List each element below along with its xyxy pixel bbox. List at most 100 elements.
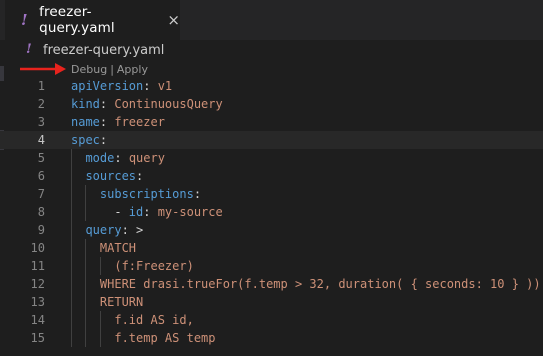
yaml-value: ContinuousQuery — [114, 97, 223, 111]
yaml-key: apiVersion — [71, 79, 144, 93]
code-line[interactable]: 7 subscriptions: — [0, 185, 543, 203]
code-line[interactable]: 12 WHERE drasi.trueFor(f.temp > 32, dura… — [0, 275, 543, 293]
code-line[interactable]: 6 sources: — [0, 167, 543, 185]
codelens-debug[interactable]: Debug — [71, 63, 107, 76]
yaml-separator: : — [99, 133, 108, 147]
yaml-key: subscriptions — [99, 187, 194, 201]
code-text: f.temp AS temp — [71, 329, 216, 347]
yaml-key: id — [128, 205, 144, 219]
tab-freezer-query-yaml[interactable]: ! freezer-query.yaml × — [5, 0, 180, 40]
line-number: 5 — [37, 151, 45, 165]
tab-label: freezer-query.yaml — [39, 4, 115, 36]
code-text: sources: — [71, 167, 143, 185]
yaml-value: (f:Freezer) — [114, 259, 194, 273]
yaml-value: RETURN — [99, 295, 144, 309]
indent-guide — [99, 257, 101, 275]
yaml-separator: : — [143, 79, 158, 93]
yaml-value: MATCH — [99, 241, 137, 255]
yaml-value: > — [136, 223, 144, 237]
code-text: f.id AS id, — [71, 311, 194, 329]
yaml-separator: : — [136, 169, 144, 183]
code-text: RETURN — [71, 293, 143, 311]
yaml-value: WHERE drasi.trueFor(f.temp > 32, duratio… — [99, 277, 541, 291]
yaml-file-icon: ! — [26, 42, 32, 57]
yaml-file-icon: ! — [21, 11, 28, 29]
yaml-separator: : — [99, 97, 115, 111]
code-line[interactable]: 8 - id: my-source — [0, 203, 543, 221]
line-number: 12 — [30, 277, 45, 291]
indent-guide — [71, 149, 72, 347]
yaml-value: my-source — [157, 205, 223, 219]
code-text: spec: — [71, 131, 107, 149]
indent-guide — [85, 239, 87, 347]
code-text: MATCH — [71, 239, 136, 257]
yaml-key: sources — [85, 169, 137, 183]
yaml-value: v1 — [157, 79, 173, 93]
yaml-value: freezer — [114, 115, 165, 129]
yaml-key: spec — [71, 133, 100, 147]
indent-guide — [85, 185, 87, 221]
yaml-separator: : — [143, 205, 158, 219]
line-number: 14 — [30, 313, 45, 327]
code-text: name: freezer — [71, 113, 165, 131]
yaml-separator: : — [121, 223, 137, 237]
code-text: kind: ContinuousQuery — [71, 95, 223, 113]
code-line[interactable]: 1 apiVersion: v1 — [0, 77, 543, 95]
code-text: WHERE drasi.trueFor(f.temp > 32, duratio… — [71, 275, 541, 293]
line-number: 10 — [30, 241, 45, 255]
codelens: Debug | Apply — [71, 63, 148, 76]
breadcrumb-file[interactable]: freezer-query.yaml — [43, 43, 164, 58]
editor-tab-bar: ! freezer-query.yaml × — [0, 0, 543, 40]
codelens-separator: | — [110, 63, 114, 76]
line-number: 9 — [37, 223, 45, 237]
yaml-value: f.id AS id, — [114, 313, 194, 327]
code-line[interactable]: 5 mode: query — [0, 149, 543, 167]
code-line[interactable]: 4 spec: — [0, 131, 543, 149]
line-number: 3 — [37, 115, 45, 129]
yaml-key: mode — [85, 151, 115, 165]
code-line[interactable]: 15 f.temp AS temp — [0, 329, 543, 347]
yaml-key: query — [85, 223, 122, 237]
close-icon[interactable]: × — [167, 12, 180, 28]
yaml-value: f.temp AS temp — [114, 331, 216, 345]
red-arrow-annotation — [20, 63, 66, 75]
breadcrumb: ! freezer-query.yaml — [0, 40, 543, 62]
yaml-value: query — [128, 151, 165, 165]
codelens-apply[interactable]: Apply — [117, 63, 148, 76]
code-line[interactable]: 2 kind: ContinuousQuery — [0, 95, 543, 113]
line-number: 2 — [37, 97, 45, 111]
yaml-separator: : — [193, 187, 202, 201]
code-indent: - — [71, 205, 129, 219]
code-text: query: > — [71, 221, 143, 239]
code-text: - id: my-source — [71, 203, 223, 221]
line-number: 13 — [30, 295, 45, 309]
code-line[interactable]: 11 (f:Freezer) — [0, 257, 543, 275]
line-number: 4 — [37, 133, 45, 147]
line-number: 7 — [37, 187, 45, 201]
code-line[interactable]: 3 name: freezer — [0, 113, 543, 131]
line-number: 1 — [37, 79, 45, 93]
yaml-key: name — [71, 115, 100, 129]
line-number: 11 — [30, 259, 45, 273]
yaml-separator: : — [114, 151, 129, 165]
code-text: (f:Freezer) — [71, 257, 194, 275]
code-text: mode: query — [71, 149, 165, 167]
yaml-key: kind — [71, 97, 100, 111]
yaml-separator: : — [99, 115, 115, 129]
code-line[interactable]: 14 f.id AS id, — [0, 311, 543, 329]
line-number: 15 — [30, 331, 45, 345]
code-line[interactable]: 13 RETURN — [0, 293, 543, 311]
code-text: subscriptions: — [71, 185, 201, 203]
line-number: 8 — [37, 205, 45, 219]
code-text: apiVersion: v1 — [71, 77, 172, 95]
line-number: 6 — [37, 169, 45, 183]
code-line[interactable]: 10 MATCH — [0, 239, 543, 257]
indent-guide — [99, 311, 101, 347]
code-line[interactable]: 9 query: > — [0, 221, 543, 239]
